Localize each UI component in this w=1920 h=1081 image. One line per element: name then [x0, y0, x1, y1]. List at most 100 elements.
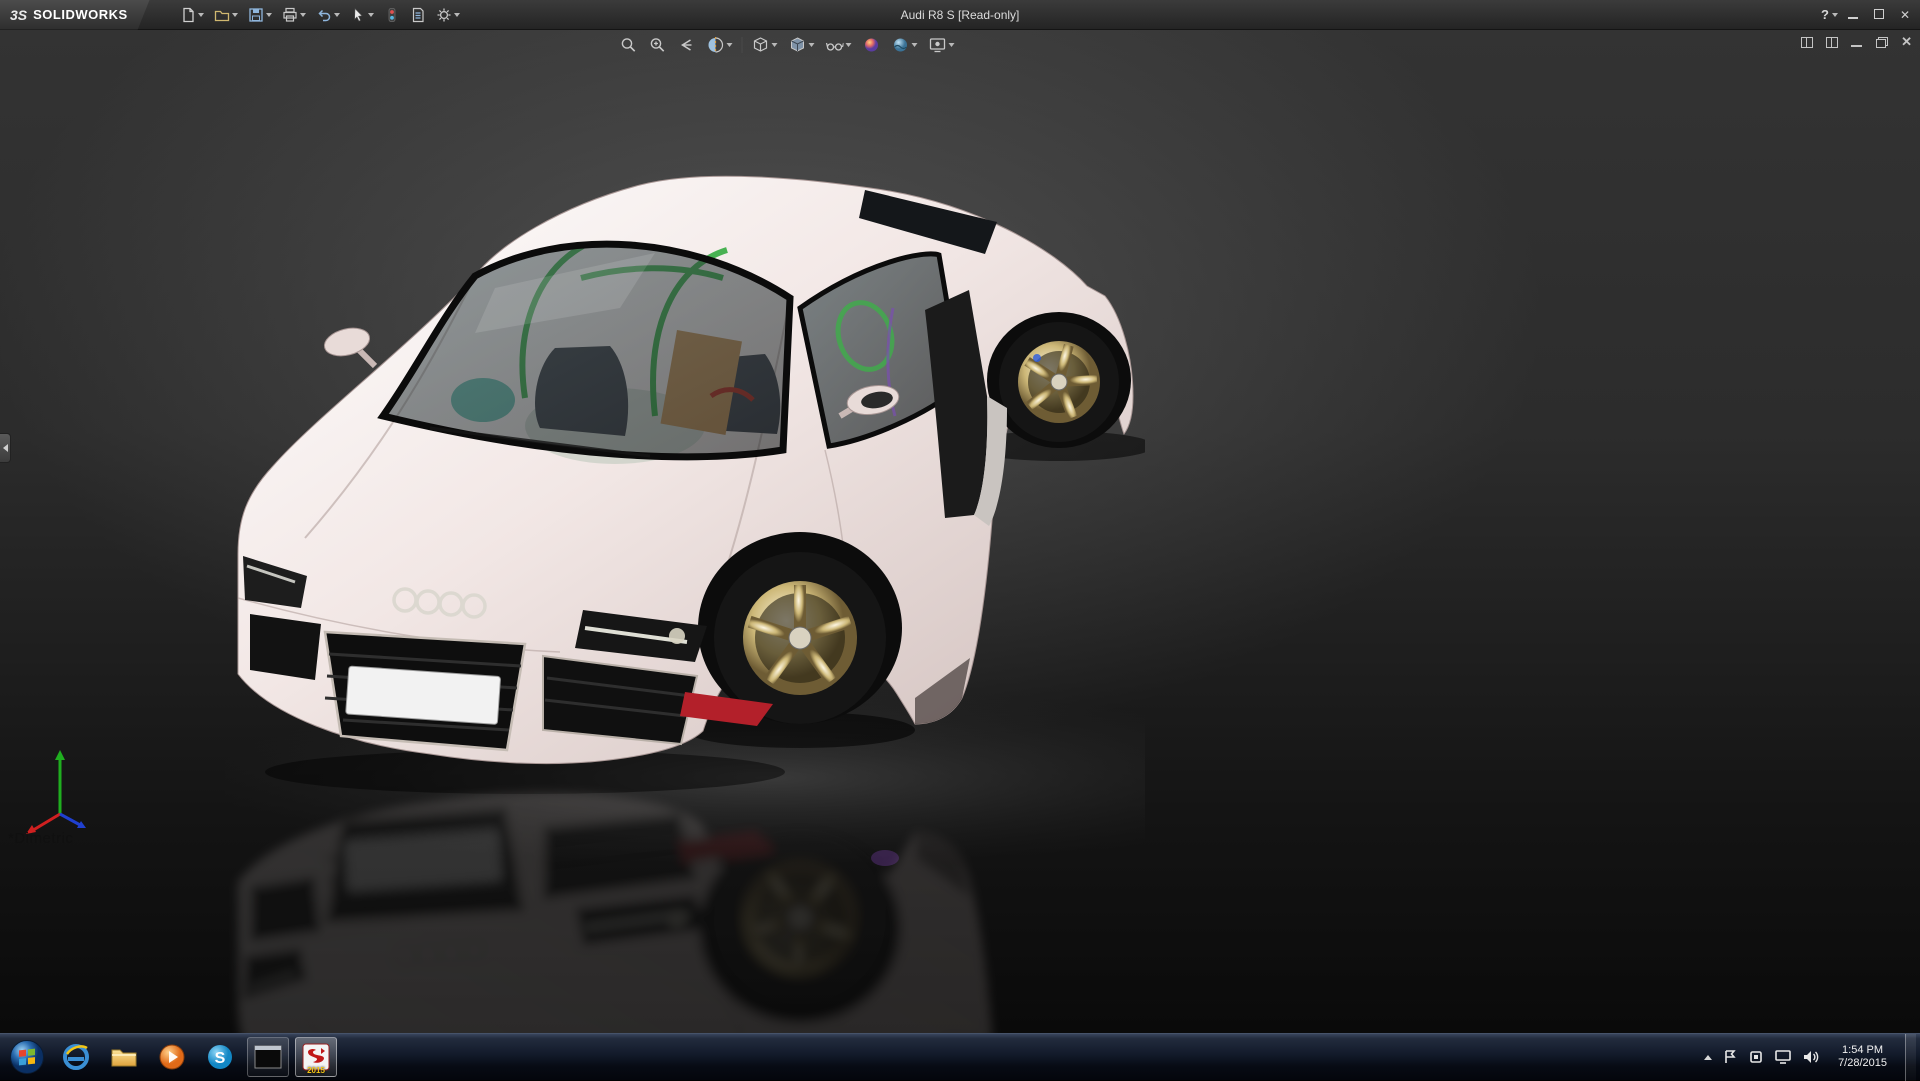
- options-button[interactable]: [432, 4, 464, 26]
- zoom-to-fit-icon: [620, 36, 638, 54]
- save-icon: [248, 7, 264, 23]
- solidworks-version-badge: 2015: [296, 1066, 336, 1075]
- solidworks-logo-mark: 3S: [10, 7, 27, 23]
- left-air-intake: [250, 614, 321, 680]
- car-body-group: [238, 176, 1133, 763]
- start-button[interactable]: [6, 1036, 48, 1078]
- save-button[interactable]: [244, 4, 276, 26]
- select-button[interactable]: [346, 4, 378, 26]
- internet-explorer-icon: [61, 1042, 91, 1072]
- display-style-icon: [789, 36, 807, 54]
- reflection-highlight: [871, 850, 899, 866]
- quick-access-toolbar: [176, 4, 464, 26]
- chevron-down-icon[interactable]: [772, 43, 778, 47]
- undo-icon: [316, 7, 332, 23]
- graphics-area[interactable]: ✕: [0, 30, 1920, 1033]
- apply-scene-button[interactable]: [888, 33, 922, 57]
- chevron-down-icon[interactable]: [949, 43, 955, 47]
- action-center-flag-icon[interactable]: [1722, 1049, 1738, 1065]
- chevron-down-icon[interactable]: [266, 13, 272, 17]
- maximize-button[interactable]: [1874, 9, 1886, 20]
- system-tray: 1:54 PM 7/28/2015: [1704, 1034, 1920, 1081]
- chevron-down-icon[interactable]: [300, 13, 306, 17]
- edit-appearance-sphere-icon: [863, 36, 881, 54]
- new-document-button[interactable]: [176, 4, 208, 26]
- windows-orb-icon: [9, 1039, 45, 1075]
- folder-icon: [109, 1042, 139, 1072]
- show-hidden-icons-button[interactable]: [1704, 1055, 1712, 1060]
- titlebar: 3S SOLIDWORKS: [0, 0, 1920, 30]
- console-window-icon: [254, 1045, 282, 1069]
- taskbar: S 2015 1:54: [0, 1033, 1920, 1080]
- rear-wheel: [987, 312, 1131, 448]
- new-document-icon: [180, 7, 196, 23]
- document-close-button[interactable]: ✕: [1901, 34, 1912, 50]
- taskbar-item-solidworks[interactable]: 2015: [295, 1037, 337, 1077]
- file-properties-button[interactable]: [406, 4, 430, 26]
- coordinate-triad: [20, 742, 100, 838]
- chevron-down-icon[interactable]: [232, 13, 238, 17]
- edit-appearance-button[interactable]: [859, 33, 885, 57]
- display-icon[interactable]: [1774, 1049, 1792, 1065]
- help-button[interactable]: ?: [1821, 7, 1838, 22]
- split-pane-icon[interactable]: [1801, 37, 1813, 48]
- chevron-down-icon[interactable]: [727, 43, 733, 47]
- toolbar-separator: [742, 37, 743, 53]
- zoom-to-area-icon: [649, 36, 667, 54]
- taskbar-item-internet-explorer[interactable]: [55, 1037, 97, 1077]
- zoom-to-fit-button[interactable]: [616, 33, 642, 57]
- select-cursor-icon: [350, 7, 366, 23]
- document-restore-button[interactable]: [1876, 37, 1888, 48]
- messenger-s-icon: S: [205, 1042, 235, 1072]
- chevron-down-icon[interactable]: [846, 43, 852, 47]
- chevron-down-icon[interactable]: [198, 13, 204, 17]
- display-style-button[interactable]: [785, 33, 819, 57]
- previous-view-icon: [678, 36, 696, 54]
- license-plate: [346, 666, 501, 724]
- open-document-button[interactable]: [210, 4, 242, 26]
- titlebar-right-controls: ? ✕: [1821, 7, 1920, 22]
- device-icon[interactable]: [1748, 1049, 1764, 1065]
- clock-time: 1:54 PM: [1838, 1044, 1887, 1057]
- close-button[interactable]: ✕: [1900, 8, 1910, 22]
- taskbar-item-windows-explorer[interactable]: [103, 1037, 145, 1077]
- hide-show-glasses-icon: [826, 36, 844, 54]
- chevron-down-icon[interactable]: [912, 43, 918, 47]
- solidworks-logo: 3S SOLIDWORKS: [0, 0, 150, 30]
- chevron-down-icon[interactable]: [809, 43, 815, 47]
- heads-up-view-toolbar: [616, 33, 959, 57]
- previous-view-button[interactable]: [674, 33, 700, 57]
- section-view-button[interactable]: [703, 33, 737, 57]
- view-orientation-button[interactable]: [748, 33, 782, 57]
- zoom-to-area-button[interactable]: [645, 33, 671, 57]
- left-mirror: [322, 324, 375, 366]
- chevron-down-icon[interactable]: [454, 13, 460, 17]
- chevron-down-icon[interactable]: [368, 13, 374, 17]
- window-title: Audi R8 S [Read-only]: [901, 8, 1020, 22]
- view-settings-button[interactable]: [925, 33, 959, 57]
- minimize-button[interactable]: [1848, 9, 1860, 20]
- taskbar-item-messenger[interactable]: S: [199, 1037, 241, 1077]
- taskbar-item-media-player[interactable]: [151, 1037, 193, 1077]
- volume-icon[interactable]: [1802, 1049, 1820, 1065]
- chevron-down-icon[interactable]: [1832, 13, 1838, 17]
- print-button[interactable]: [278, 4, 310, 26]
- chevron-down-icon[interactable]: [334, 13, 340, 17]
- file-properties-icon: [410, 7, 426, 23]
- document-minimize-button[interactable]: [1851, 37, 1863, 48]
- taskbar-clock[interactable]: 1:54 PM 7/28/2015: [1830, 1044, 1895, 1070]
- chevron-left-icon: [3, 444, 8, 452]
- hide-show-items-button[interactable]: [822, 33, 856, 57]
- show-desktop-button[interactable]: [1905, 1034, 1916, 1081]
- clock-date: 7/28/2015: [1838, 1057, 1887, 1070]
- svg-text:S: S: [215, 1050, 226, 1067]
- section-view-icon: [707, 36, 725, 54]
- undo-button[interactable]: [312, 4, 344, 26]
- print-icon: [282, 7, 298, 23]
- audi-r8-model[interactable]: [225, 158, 1145, 1033]
- taskbar-item-console-window[interactable]: [247, 1037, 289, 1077]
- rebuild-button[interactable]: [380, 4, 404, 26]
- media-player-icon: [157, 1042, 187, 1072]
- viewport-layout-icon[interactable]: [1826, 37, 1838, 48]
- featuremanager-flyout-handle[interactable]: [0, 433, 11, 463]
